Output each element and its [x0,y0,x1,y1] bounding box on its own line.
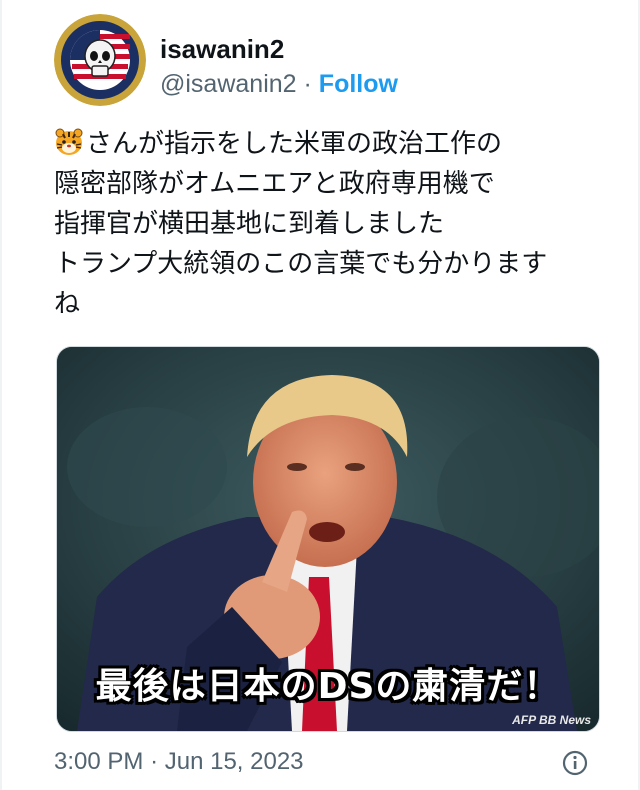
avatar[interactable] [54,14,146,106]
tweet-line-5: ね [54,289,81,319]
tweet-time: 3:00 PM [54,748,144,775]
tweet-line-3: 指揮官が横田基地に到着しました [54,209,445,239]
separator-dot: · [303,70,312,98]
tweet-line-1-text: さんが指示をした米軍の政治工作の [86,129,503,159]
tweet-card: isawanin2 @isawanin2 · Follow さんが指示をした米軍… [0,0,640,790]
tweet-line-1: さんが指示をした米軍の政治工作の [54,124,614,164]
tweet-timestamp[interactable]: 3:00 PM · Jun 15, 2023 [54,748,304,776]
tweet-media-image[interactable]: 最後は日本のDSの粛清だ！ AFP BB News [56,346,600,732]
tiger-face-emoji-icon [55,128,83,155]
info-icon[interactable] [561,749,589,777]
media-credit: AFP BB News [512,713,591,727]
timestamp-separator: · [150,748,159,775]
tweet-date: Jun 15, 2023 [164,748,304,775]
tweet-header: isawanin2 @isawanin2 · Follow [54,14,614,106]
skull-badge-icon [54,14,146,106]
tweet-text: さんが指示をした米軍の政治工作の 隠密部隊がオムニエアと政府専用機で 指揮官が横… [54,124,614,324]
follow-button[interactable]: Follow [319,70,398,98]
media-caption: 最後は日本のDSの粛清だ！ [95,666,561,707]
display-name[interactable]: isawanin2 [160,34,284,65]
tweet-line-4: トランプ大統領のこの言葉でも分かります [54,249,548,279]
handle-row: @isawanin2 · Follow [160,70,398,99]
tweet-line-2: 隠密部隊がオムニエアと政府専用機で [54,169,495,199]
user-handle[interactable]: @isawanin2 [160,70,297,98]
